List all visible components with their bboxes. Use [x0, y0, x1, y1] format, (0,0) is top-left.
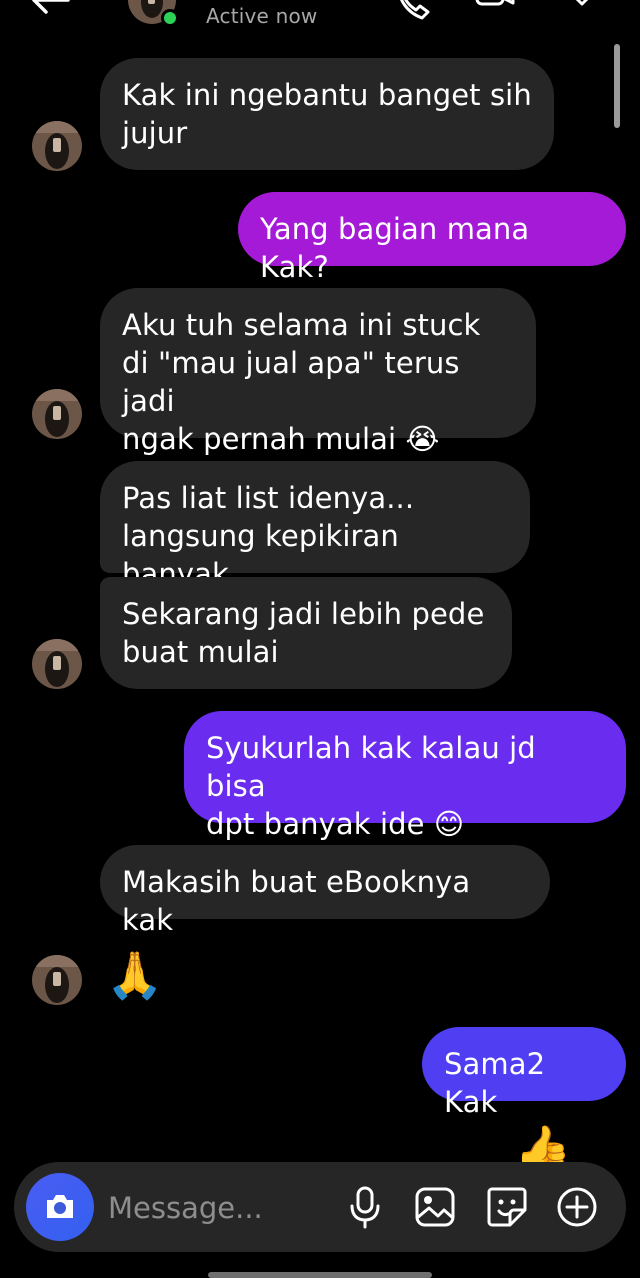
message-composer — [14, 1162, 626, 1252]
microphone-icon[interactable] — [342, 1184, 388, 1230]
camera-icon — [47, 1195, 73, 1218]
video-camera-icon[interactable] — [474, 0, 516, 22]
message-bubble-incoming[interactable]: Sekarang jadi lebih pede buat mulai — [100, 577, 512, 689]
message-bubble-incoming[interactable]: Kak ini ngebantu banget sih jujur — [100, 58, 554, 170]
contact-avatar[interactable] — [32, 955, 82, 1005]
contact-avatar[interactable] — [32, 639, 82, 689]
plus-circle-icon[interactable] — [554, 1184, 600, 1230]
message-input[interactable] — [106, 1182, 340, 1234]
home-indicator — [208, 1272, 432, 1278]
camera-button[interactable] — [26, 1173, 94, 1241]
message-bubble-incoming[interactable]: Makasih buat eBooknya kak — [100, 845, 550, 937]
back-arrow-icon[interactable] — [28, 0, 72, 16]
chat-screen: Active now Kak ini ngebantu banget sih j… — [0, 0, 640, 1278]
chat-header: Active now — [0, 0, 640, 40]
emoji-message-incoming[interactable]: 🙏 — [106, 950, 163, 1000]
contact-avatar[interactable] — [32, 389, 82, 439]
phone-icon[interactable] — [392, 0, 434, 22]
message-bubble-outgoing[interactable]: Syukurlah kak kalau jd bisa dpt banyak i… — [184, 711, 626, 841]
message-bubble-incoming[interactable]: Pas liat list idenya... langsung kepikir… — [100, 461, 530, 591]
message-bubble-incoming[interactable]: Aku tuh selama ini stuck di "mau jual ap… — [100, 288, 536, 456]
scrollbar[interactable] — [614, 44, 620, 128]
online-status-dot — [161, 9, 179, 27]
active-status-text: Active now — [206, 4, 318, 28]
message-bubble-outgoing[interactable]: Sama2 Kak — [422, 1027, 626, 1119]
gallery-icon[interactable] — [412, 1184, 458, 1230]
contact-avatar[interactable] — [32, 121, 82, 171]
tag-icon[interactable] — [562, 0, 604, 22]
message-bubble-outgoing[interactable]: Yang bagian mana Kak? — [238, 192, 626, 284]
sticker-icon[interactable] — [484, 1184, 530, 1230]
